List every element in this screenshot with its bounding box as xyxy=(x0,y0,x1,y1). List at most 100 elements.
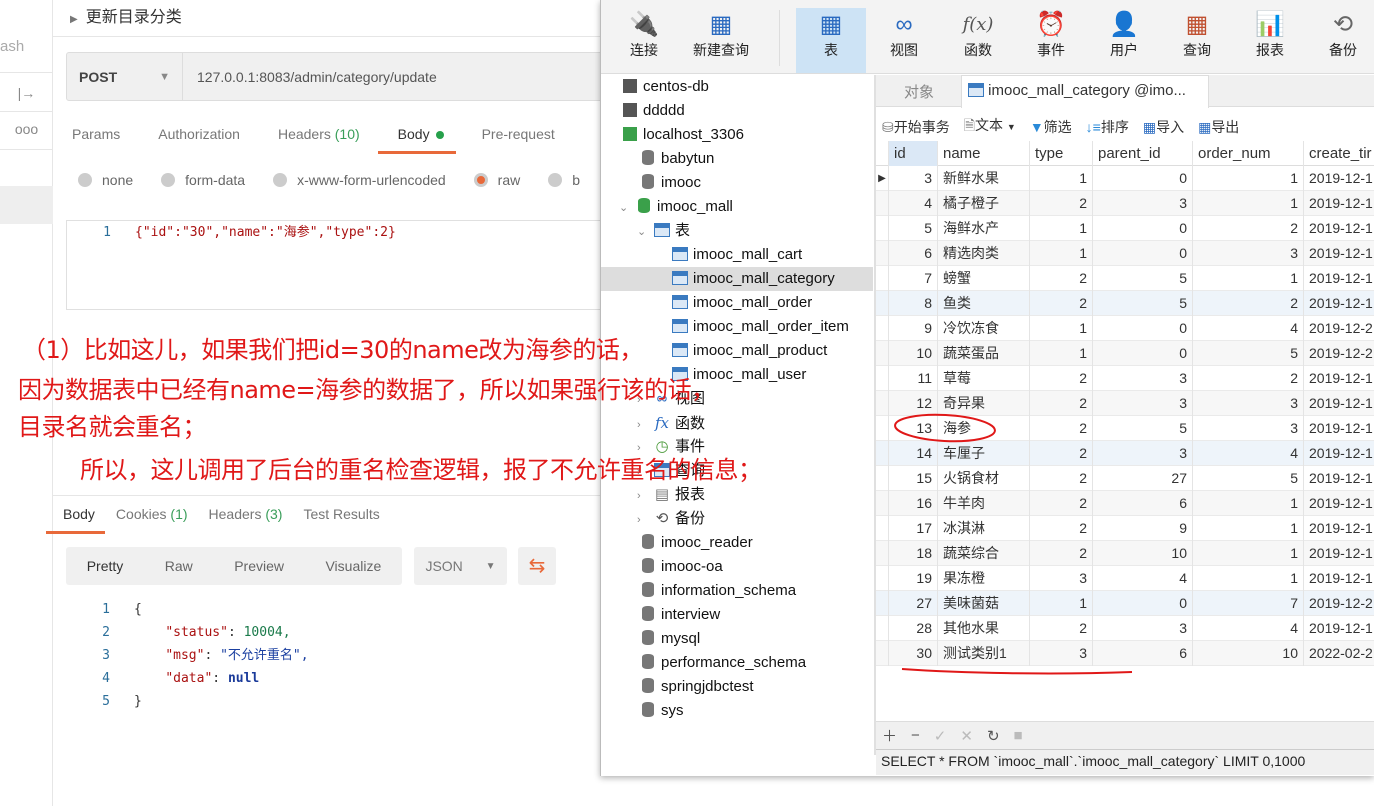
cell-name[interactable]: 牛羊肉 xyxy=(938,491,1030,516)
cell-create_tir[interactable]: 2019-12-1 xyxy=(1304,291,1374,316)
radio-urlencoded[interactable]: x-www-form-urlencoded xyxy=(273,172,446,188)
row-marker[interactable] xyxy=(876,266,889,291)
cell-id[interactable]: 17 xyxy=(889,516,938,541)
cell-order_num[interactable]: 4 xyxy=(1193,441,1304,466)
row-marker[interactable] xyxy=(876,491,889,516)
table-row[interactable]: ▶ 3 新鲜水果 1 0 1 2019-12-1 xyxy=(876,166,1374,191)
chevron-down-icon[interactable]: ⌄ xyxy=(637,220,653,244)
tab-table[interactable]: imooc_mall_category @imo... xyxy=(961,75,1209,108)
chevron-right-icon[interactable]: › xyxy=(637,413,653,437)
table-row[interactable]: 27 美味菌菇 1 0 7 2019-12-2 xyxy=(876,591,1374,616)
tree-item[interactable]: centos-db xyxy=(621,75,709,99)
cell-create_tir[interactable]: 2022-02-2 xyxy=(1304,641,1374,666)
cell-id[interactable]: 10 xyxy=(889,341,938,366)
cell-name[interactable]: 冷饮冻食 xyxy=(938,316,1030,341)
row-marker[interactable] xyxy=(876,341,889,366)
cell-id[interactable]: 9 xyxy=(889,316,938,341)
cell-name[interactable]: 美味菌菇 xyxy=(938,591,1030,616)
method-select[interactable]: POST ▼ xyxy=(67,53,183,100)
cell-id[interactable]: 7 xyxy=(889,266,938,291)
toolbar-table-button[interactable]: ▦ 表 xyxy=(796,8,866,73)
cell-type[interactable]: 2 xyxy=(1030,291,1093,316)
cell-parent_id[interactable]: 3 xyxy=(1093,191,1193,216)
format-select[interactable]: JSON ▼ xyxy=(414,547,507,585)
cell-type[interactable]: 2 xyxy=(1030,366,1093,391)
request-body-editor[interactable]: 1 {"id":"30","name":"海参","type":2} xyxy=(66,220,606,310)
table-row[interactable]: 12 奇异果 2 3 3 2019-12-1 xyxy=(876,391,1374,416)
tree-item[interactable]: imooc xyxy=(639,171,701,195)
cell-name[interactable]: 蔬菜蛋品 xyxy=(938,341,1030,366)
toolbar-report-button[interactable]: 📊 报表 xyxy=(1235,8,1305,73)
cell-parent_id[interactable]: 4 xyxy=(1093,566,1193,591)
row-marker[interactable] xyxy=(876,416,889,441)
tab-body[interactable]: Body xyxy=(377,126,456,154)
cell-name[interactable]: 奇异果 xyxy=(938,391,1030,416)
cell-name[interactable]: 草莓 xyxy=(938,366,1030,391)
table-row[interactable]: 4 橘子橙子 2 3 1 2019-12-1 xyxy=(876,191,1374,216)
cell-create_tir[interactable]: 2019-12-1 xyxy=(1304,516,1374,541)
cell-order_num[interactable]: 4 xyxy=(1193,616,1304,641)
url-input[interactable]: 127.0.0.1:8083/admin/category/update xyxy=(183,69,437,85)
cell-create_tir[interactable]: 2019-12-1 xyxy=(1304,366,1374,391)
tree-item[interactable]: localhost_3306 xyxy=(621,123,744,147)
toolbar-view-button[interactable]: ∞ 视图 xyxy=(869,8,939,73)
table-row[interactable]: 28 其他水果 2 3 4 2019-12-1 xyxy=(876,616,1374,641)
format-preview[interactable]: Preview xyxy=(234,558,284,574)
cell-create_tir[interactable]: 2019-12-1 xyxy=(1304,191,1374,216)
row-marker[interactable] xyxy=(876,466,889,491)
tab-response-body[interactable]: Body xyxy=(46,506,105,534)
cell-order_num[interactable]: 2 xyxy=(1193,366,1304,391)
cell-type[interactable]: 1 xyxy=(1030,341,1093,366)
cell-type[interactable]: 1 xyxy=(1030,166,1093,191)
cell-type[interactable]: 2 xyxy=(1030,441,1093,466)
cell-id[interactable]: 27 xyxy=(889,591,938,616)
cell-type[interactable]: 2 xyxy=(1030,541,1093,566)
table-row[interactable]: 5 海鲜水产 1 0 2 2019-12-1 xyxy=(876,216,1374,241)
stop-icon[interactable]: ■ xyxy=(1014,727,1023,744)
tree-item[interactable]: › fx 函数 xyxy=(637,411,705,435)
cell-create_tir[interactable]: 2019-12-1 xyxy=(1304,416,1374,441)
cell-parent_id[interactable]: 0 xyxy=(1093,341,1193,366)
table-row[interactable]: 11 草莓 2 3 2 2019-12-1 xyxy=(876,366,1374,391)
table-row[interactable]: 13 海参 2 5 3 2019-12-1 xyxy=(876,416,1374,441)
tree-item[interactable]: ddddd xyxy=(621,99,685,123)
cell-order_num[interactable]: 1 xyxy=(1193,266,1304,291)
column-header-create_tir[interactable]: create_tir xyxy=(1304,141,1374,166)
cell-id[interactable]: 8 xyxy=(889,291,938,316)
cell-parent_id[interactable]: 6 xyxy=(1093,641,1193,666)
cell-parent_id[interactable]: 5 xyxy=(1093,416,1193,441)
radio-none[interactable]: none xyxy=(78,172,133,188)
row-marker[interactable] xyxy=(876,566,889,591)
column-header-id[interactable]: id xyxy=(889,141,938,166)
cell-name[interactable]: 车厘子 xyxy=(938,441,1030,466)
toolbar-query-button[interactable]: ▦ 查询 xyxy=(1162,8,1232,73)
tree-item[interactable]: imooc-oa xyxy=(639,555,723,579)
cell-type[interactable]: 1 xyxy=(1030,591,1093,616)
sort-button[interactable]: ↓≡排序 xyxy=(1086,117,1129,137)
cell-name[interactable]: 果冻橙 xyxy=(938,566,1030,591)
import-button[interactable]: ▦导入 xyxy=(1143,117,1184,137)
table-row[interactable]: 16 牛羊肉 2 6 1 2019-12-1 xyxy=(876,491,1374,516)
tree-item[interactable]: mysql xyxy=(639,627,700,651)
chevron-down-icon[interactable]: ⌄ xyxy=(619,196,635,220)
tab-objects[interactable]: 对象 xyxy=(904,81,934,102)
cell-id[interactable]: 12 xyxy=(889,391,938,416)
radio-form-data[interactable]: form-data xyxy=(161,172,245,188)
cell-order_num[interactable]: 3 xyxy=(1193,391,1304,416)
cell-id[interactable]: 16 xyxy=(889,491,938,516)
cell-create_tir[interactable]: 2019-12-1 xyxy=(1304,216,1374,241)
cell-order_num[interactable]: 1 xyxy=(1193,516,1304,541)
cell-create_tir[interactable]: 2019-12-1 xyxy=(1304,241,1374,266)
cell-order_num[interactable]: 2 xyxy=(1193,216,1304,241)
tab-response-headers[interactable]: Headers (3) xyxy=(209,506,283,522)
cell-order_num[interactable]: 1 xyxy=(1193,191,1304,216)
table-row[interactable]: 8 鱼类 2 5 2 2019-12-1 xyxy=(876,291,1374,316)
tree-item[interactable]: imooc_mall_order_item xyxy=(671,315,849,339)
cell-type[interactable]: 2 xyxy=(1030,516,1093,541)
cell-parent_id[interactable]: 3 xyxy=(1093,366,1193,391)
cell-id[interactable]: 19 xyxy=(889,566,938,591)
cell-create_tir[interactable]: 2019-12-1 xyxy=(1304,616,1374,641)
toolbar-connect-button[interactable]: 🔌 连接 xyxy=(609,8,679,73)
cell-order_num[interactable]: 3 xyxy=(1193,241,1304,266)
cell-type[interactable]: 1 xyxy=(1030,316,1093,341)
